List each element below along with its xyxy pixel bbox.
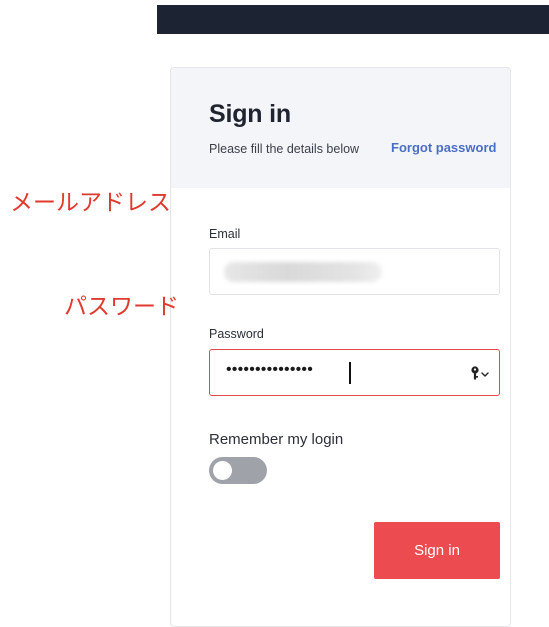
email-field[interactable] — [209, 248, 500, 295]
forgot-password-link[interactable]: Forgot password — [391, 140, 496, 155]
password-value: ••••••••••••••• — [226, 361, 314, 378]
card-header: Sign in Please fill the details below Fo… — [171, 68, 510, 188]
sign-in-card: Sign in Please fill the details below Fo… — [170, 67, 511, 627]
password-annotation: パスワード — [64, 294, 179, 320]
email-label: Email — [209, 227, 241, 241]
key-dropdown-icon[interactable] — [469, 365, 491, 381]
sign-in-button[interactable]: Sign in — [374, 522, 500, 579]
password-label: Password — [209, 327, 264, 341]
email-annotation: メールアドレス — [10, 190, 171, 216]
redacted-email-value — [224, 262, 382, 282]
remember-toggle[interactable] — [209, 457, 267, 484]
text-caret — [349, 362, 351, 384]
toggle-knob — [213, 461, 232, 480]
subtitle: Please fill the details below — [209, 142, 360, 156]
page-title: Sign in — [209, 100, 291, 128]
top-navigation-bar — [157, 5, 549, 34]
remember-label: Remember my login — [209, 431, 344, 448]
password-field[interactable]: ••••••••••••••• — [209, 349, 500, 396]
